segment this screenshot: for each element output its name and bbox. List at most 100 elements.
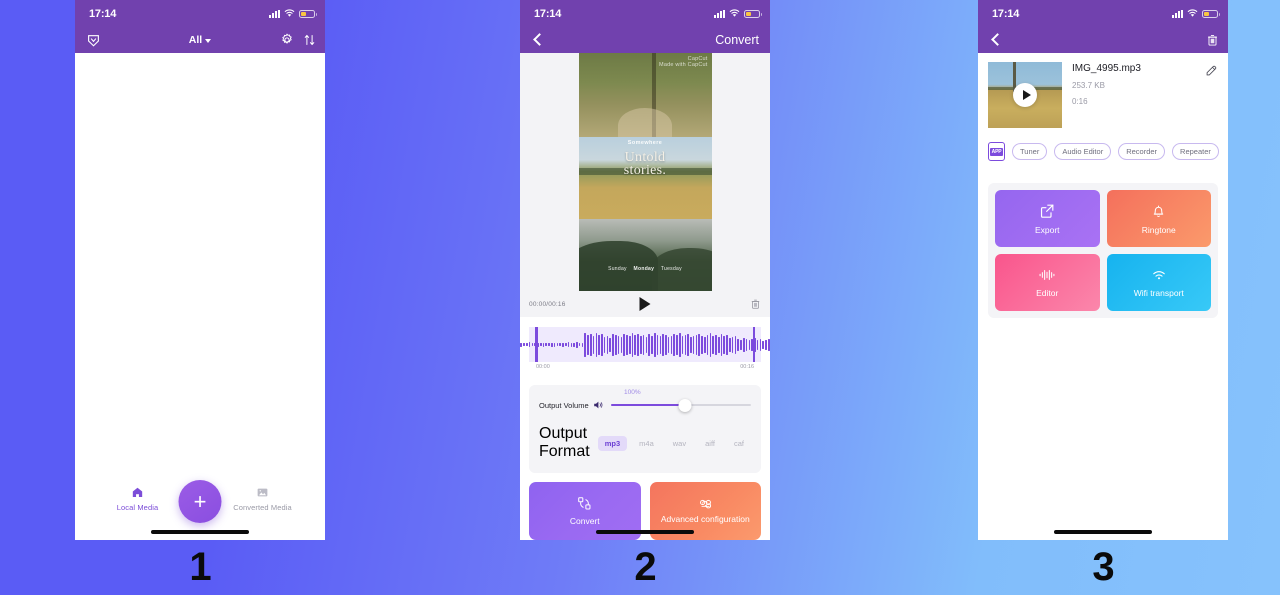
volume-slider[interactable] (610, 398, 751, 412)
waveform-box[interactable] (520, 327, 770, 362)
waveform-bar (603, 336, 606, 353)
waveform-bar (676, 334, 678, 355)
waveform-bar (748, 339, 751, 350)
play-icon[interactable] (639, 297, 651, 311)
signal-bars-icon (269, 9, 280, 18)
tile-wifi-transport[interactable]: Wifi transport (1106, 254, 1211, 311)
play-circle-icon[interactable] (1013, 83, 1037, 107)
sort-icon[interactable] (303, 33, 316, 47)
battery-low-icon (744, 9, 762, 18)
status-bar-clock: 17:14 (534, 7, 562, 20)
waveform-bar (587, 334, 589, 355)
waveform-bar (595, 332, 598, 357)
waveform-start-label: 00:00 (536, 364, 550, 370)
waveform-bar (687, 333, 689, 356)
tile-export[interactable]: Export (995, 190, 1100, 247)
waveform-bar (598, 334, 600, 355)
chip-tuner[interactable]: Tuner (1012, 143, 1048, 160)
waveform-bar (556, 343, 559, 346)
player-controls-row: 00:00/00:16 (520, 291, 770, 317)
chip-audio-editor[interactable]: Audio Editor (1054, 143, 1112, 160)
tile-editor[interactable]: Editor (995, 254, 1100, 311)
file-size: 253.7 KB (1072, 81, 1105, 90)
pencil-icon[interactable] (1205, 62, 1218, 128)
waveform-bar (626, 334, 628, 355)
day-label-3: Tuesday (660, 266, 682, 272)
trim-start-handle[interactable] (535, 327, 538, 362)
waveform-bar (606, 335, 609, 354)
waveform-bar (578, 343, 581, 346)
waveform-bar (581, 342, 584, 347)
app-phone-icon[interactable]: APP (988, 142, 1005, 161)
format-option-caf[interactable]: caf (727, 436, 751, 451)
chevron-left-icon[interactable] (531, 33, 545, 47)
trash-icon[interactable] (750, 298, 761, 310)
convert-icon (577, 496, 592, 511)
nav-right-actions (280, 33, 316, 47)
waveform-bar (673, 333, 675, 356)
video-overlay-days: Sunday Monday Tuesday (579, 266, 712, 272)
speaker-icon[interactable] (593, 400, 605, 410)
trim-end-handle[interactable] (752, 327, 755, 362)
figure-number-1: 1 (189, 545, 211, 589)
slider-knob[interactable] (678, 398, 692, 412)
waveform-bar (745, 338, 748, 351)
waveform-bar (729, 337, 731, 352)
export-icon (1039, 203, 1055, 219)
waveform-bar (720, 333, 723, 356)
waveform-bar (523, 343, 525, 346)
waveform-time-labels: 00:00 00:16 (529, 362, 761, 370)
tile-ringtone[interactable]: Ringtone (1106, 190, 1211, 247)
waveform-bar (589, 333, 592, 356)
tool-chips-row: APP Tuner Audio Editor Recorder Repeater (978, 128, 1228, 161)
waveform-bar (634, 334, 637, 355)
day-label-2: Monday (633, 266, 655, 272)
waveform-bar (690, 336, 692, 353)
waveform-bar (545, 343, 548, 346)
waveform-bar (659, 335, 662, 354)
trash-icon[interactable] (1206, 33, 1219, 47)
format-option-mp3[interactable]: mp3 (597, 435, 628, 451)
add-media-button[interactable]: + (178, 480, 222, 523)
status-bar: 17:14 (75, 0, 325, 27)
waveform-bar (762, 340, 764, 349)
file-thumbnail[interactable] (988, 62, 1062, 128)
format-option-m4a[interactable]: m4a (632, 436, 661, 451)
waveform-bar (706, 334, 709, 355)
waveform-bar (520, 342, 523, 347)
infinity-icon (697, 498, 714, 509)
chevron-left-icon[interactable] (989, 33, 1003, 47)
file-name: IMG_4995.mp3 (1072, 63, 1141, 74)
tile-label: Editor (1036, 287, 1059, 298)
figure-number-2: 2 (634, 545, 656, 589)
waveform-bar (570, 342, 573, 347)
shield-heart-icon[interactable] (86, 33, 101, 48)
figure-number-3: 3 (1092, 545, 1114, 589)
waveform-bar (531, 343, 534, 346)
battery-low-icon (1202, 9, 1220, 18)
advanced-configuration-label: Advanced configuration (660, 514, 750, 524)
sidebar-item-label: Converted Media (233, 503, 292, 512)
convert-button-label: Convert (569, 516, 600, 526)
waveform-editor[interactable]: 00:00 00:16 (520, 317, 770, 379)
wifi-icon (1187, 9, 1198, 18)
waveform-bar (651, 335, 653, 354)
gear-icon[interactable] (280, 33, 294, 47)
format-option-wav[interactable]: wav (666, 436, 693, 451)
waveform-bar (645, 336, 648, 353)
waveform-bar (717, 336, 720, 353)
nav-right-actions (1206, 33, 1219, 47)
status-bar-clock: 17:14 (992, 7, 1020, 20)
chip-repeater[interactable]: Repeater (1172, 143, 1219, 160)
phone-screen-3: 17:14 IMG_4995.mp3 253.7 KB 0:16 APP Tun… (978, 0, 1228, 540)
home-indicator (1054, 530, 1152, 534)
waveform-bar (623, 333, 625, 356)
waveform-bar (648, 333, 650, 356)
waveform-bar (612, 333, 614, 356)
waveform-bar (765, 339, 767, 350)
chip-recorder[interactable]: Recorder (1118, 143, 1166, 160)
video-thumbnail[interactable]: Somewhere Untold stories. Sunday Monday … (578, 53, 712, 291)
format-option-aiff[interactable]: aiff (698, 436, 722, 451)
waveform-bar (562, 342, 564, 347)
status-bar-icons (269, 0, 317, 27)
